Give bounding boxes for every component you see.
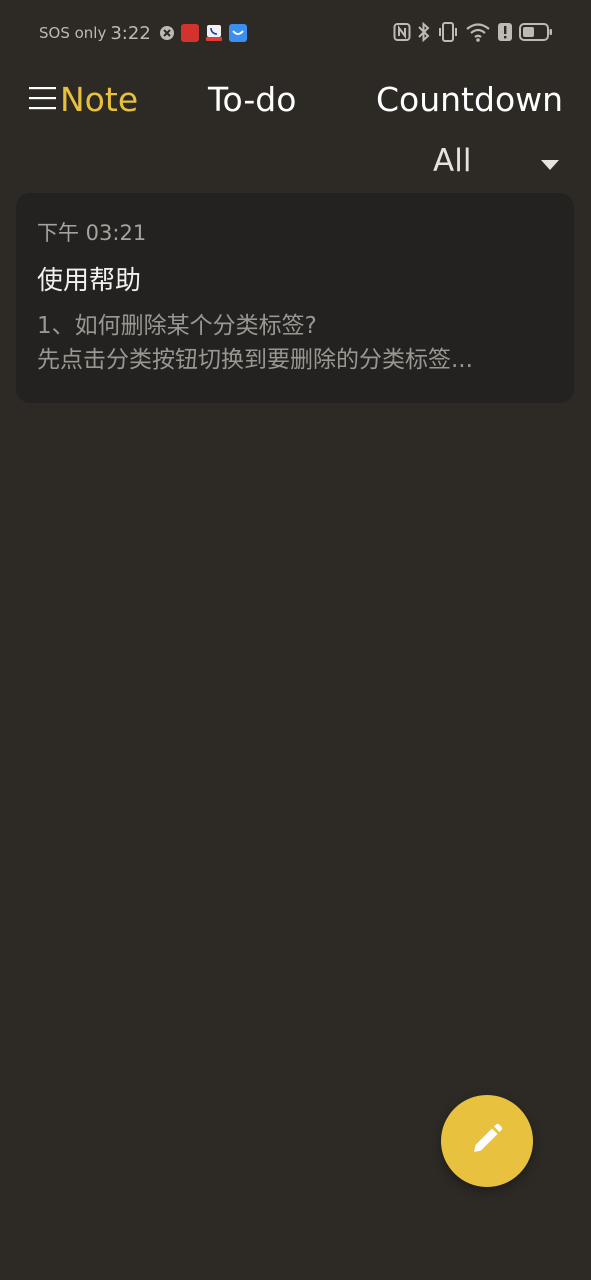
- app-badge-red-icon: [180, 24, 199, 42]
- note-timestamp: 下午 03:21: [37, 221, 147, 245]
- status-bar-left: SOS only 3:22: [39, 20, 253, 46]
- tab-todo[interactable]: To-do: [208, 80, 296, 120]
- hamburger-menu-icon[interactable]: [29, 84, 57, 112]
- caret-down-icon: [541, 155, 559, 174]
- status-bar-right: [393, 21, 553, 47]
- tab-bar: Note To-do Countdown: [0, 66, 591, 136]
- status-bar: SOS only 3:22: [0, 0, 591, 66]
- note-preview-line: 1、如何删除某个分类标签?: [37, 313, 317, 339]
- app-badge-phone-icon: [204, 24, 223, 42]
- note-card[interactable]: 下午 03:21 使用帮助 1、如何删除某个分类标签? 先点击分类按钮切换到要删…: [16, 193, 574, 403]
- bluetooth-icon: [417, 21, 431, 47]
- note-preview-line: 先点击分类按钮切换到要删除的分类标签...: [37, 347, 473, 373]
- nfc-icon: [393, 22, 411, 46]
- app-badge-blue-icon: [228, 24, 247, 42]
- note-title: 使用帮助: [37, 266, 142, 296]
- tab-note[interactable]: Note: [60, 80, 138, 120]
- app-screen: SOS only 3:22 Note To-do Countdown All 下…: [0, 0, 591, 1280]
- carrier-label: SOS only: [39, 24, 107, 42]
- wifi-icon: [465, 21, 491, 47]
- category-filter-dropdown[interactable]: All: [420, 136, 570, 186]
- tab-countdown[interactable]: Countdown: [376, 80, 563, 120]
- blocked-circle-icon: [159, 25, 175, 41]
- category-filter-value: All: [433, 143, 472, 179]
- alert-icon: [497, 22, 513, 46]
- new-note-button[interactable]: [441, 1095, 533, 1187]
- note-preview: 1、如何删除某个分类标签? 先点击分类按钮切换到要删除的分类标签...: [37, 309, 537, 377]
- pencil-icon: [470, 1122, 504, 1160]
- clock: 3:22: [110, 22, 151, 44]
- vibrate-icon: [437, 21, 459, 47]
- battery-icon: [519, 22, 553, 46]
